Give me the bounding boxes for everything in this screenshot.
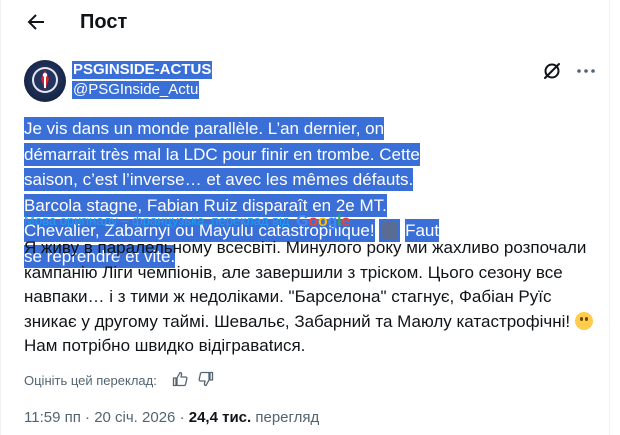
translated-by-label[interactable]: Мова оригіналу – французька, переклад ві… xyxy=(24,213,290,228)
thinking-face-icon xyxy=(574,311,593,330)
translation-attribution[interactable]: Мова оригіналу – французька, переклад ві… xyxy=(24,213,350,231)
post-meta: 11:59 пп · 20 січ. 2026 · 24,4 тис. пере… xyxy=(24,409,319,426)
more-options-icon[interactable] xyxy=(574,59,598,83)
meta-separator: · xyxy=(85,409,91,426)
back-arrow-icon[interactable] xyxy=(24,10,48,34)
column-border-left xyxy=(0,0,1,435)
tweet-translation: Я живу в паралельному всесвіті. Минулого… xyxy=(24,236,594,359)
views-label: перегляд xyxy=(255,409,320,426)
column-border-right xyxy=(609,0,610,435)
thumbs-up-icon[interactable] xyxy=(172,371,188,387)
grok-icon[interactable] xyxy=(540,59,564,83)
author-name[interactable]: PSGINSIDE-ACTUS xyxy=(72,61,213,79)
avatar[interactable] xyxy=(24,60,66,102)
thumbs-down-icon[interactable] xyxy=(198,371,214,387)
post-time[interactable]: 11:59 пп xyxy=(24,409,81,426)
rate-label: Оцініть цей переклад: xyxy=(24,373,157,388)
post-header: Пост xyxy=(0,0,609,44)
translation-end: Нам потрібно швидко відігравatися. xyxy=(24,336,306,355)
google-logo-icon: Google xyxy=(296,213,351,230)
meta-separator: · xyxy=(179,409,185,426)
views-count: 24,4 тис. xyxy=(188,409,252,426)
author-handle[interactable]: @PSGInside_Actu xyxy=(72,81,200,99)
post-date[interactable]: 20 січ. 2026 xyxy=(94,409,175,426)
page-title: Пост xyxy=(80,11,128,33)
translation-text: Я живу в паралельному всесвіті. Минулого… xyxy=(24,238,587,331)
